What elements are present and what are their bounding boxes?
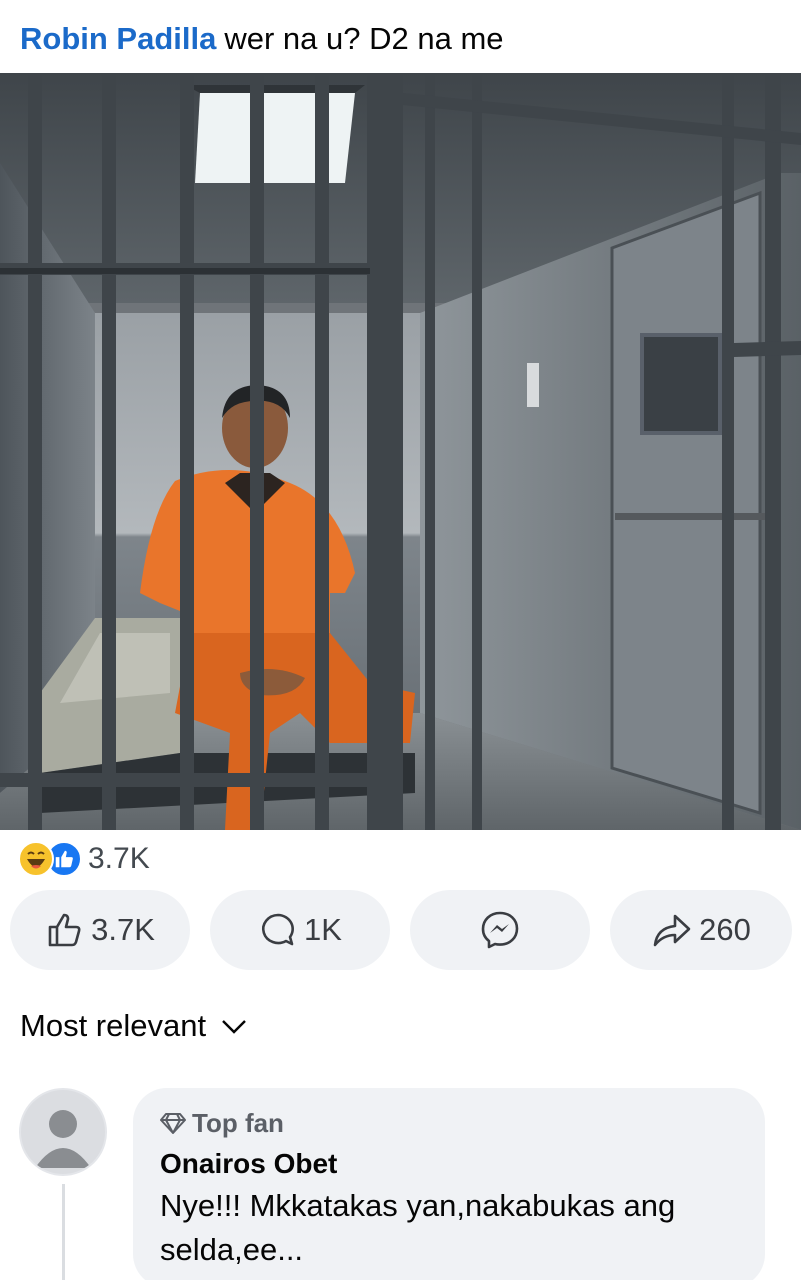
reactions-summary[interactable]: 3.7K [18, 840, 150, 878]
post-image[interactable] [0, 73, 801, 830]
reaction-count: 3.7K [88, 842, 150, 875]
commenter-name[interactable]: Onairos Obet [160, 1146, 738, 1182]
diamond-icon [160, 1113, 186, 1134]
post-caption: wer na u? D2 na me [224, 21, 504, 56]
messenger-icon [481, 911, 519, 949]
commenter-avatar[interactable] [19, 1088, 107, 1176]
chevron-down-icon [222, 1020, 246, 1034]
thread-line [62, 1184, 65, 1280]
default-user-icon [35, 1110, 91, 1168]
comment-text: Nye!!! Mkkatakas yan,nakabukas ang selda… [160, 1188, 676, 1267]
comment-sort-label: Most relevant [20, 1008, 207, 1043]
post-header: Robin Padilla wer na u? D2 na me [20, 20, 790, 60]
share-icon [653, 914, 691, 947]
messenger-send-button[interactable] [410, 890, 590, 970]
haha-emoji-icon [18, 841, 54, 877]
like-icon [48, 913, 81, 947]
like-count: 3.7K [91, 912, 155, 947]
share-count: 260 [699, 912, 751, 947]
comment-icon [262, 913, 295, 946]
comment-bubble[interactable]: Top fan Onairos Obet Nye!!! Mkkatakas ya… [133, 1088, 765, 1280]
badge-label: Top fan [192, 1107, 284, 1138]
post-author-name[interactable]: Robin Padilla [20, 21, 216, 56]
top-fan-badge: Top fan [160, 1106, 738, 1140]
like-button[interactable]: 3.7K [10, 890, 190, 970]
share-button[interactable]: 260 [610, 890, 792, 970]
comment-count: 1K [304, 912, 342, 947]
comment-sort-dropdown[interactable]: Most relevant [20, 1005, 248, 1047]
comment-button[interactable]: 1K [210, 890, 390, 970]
